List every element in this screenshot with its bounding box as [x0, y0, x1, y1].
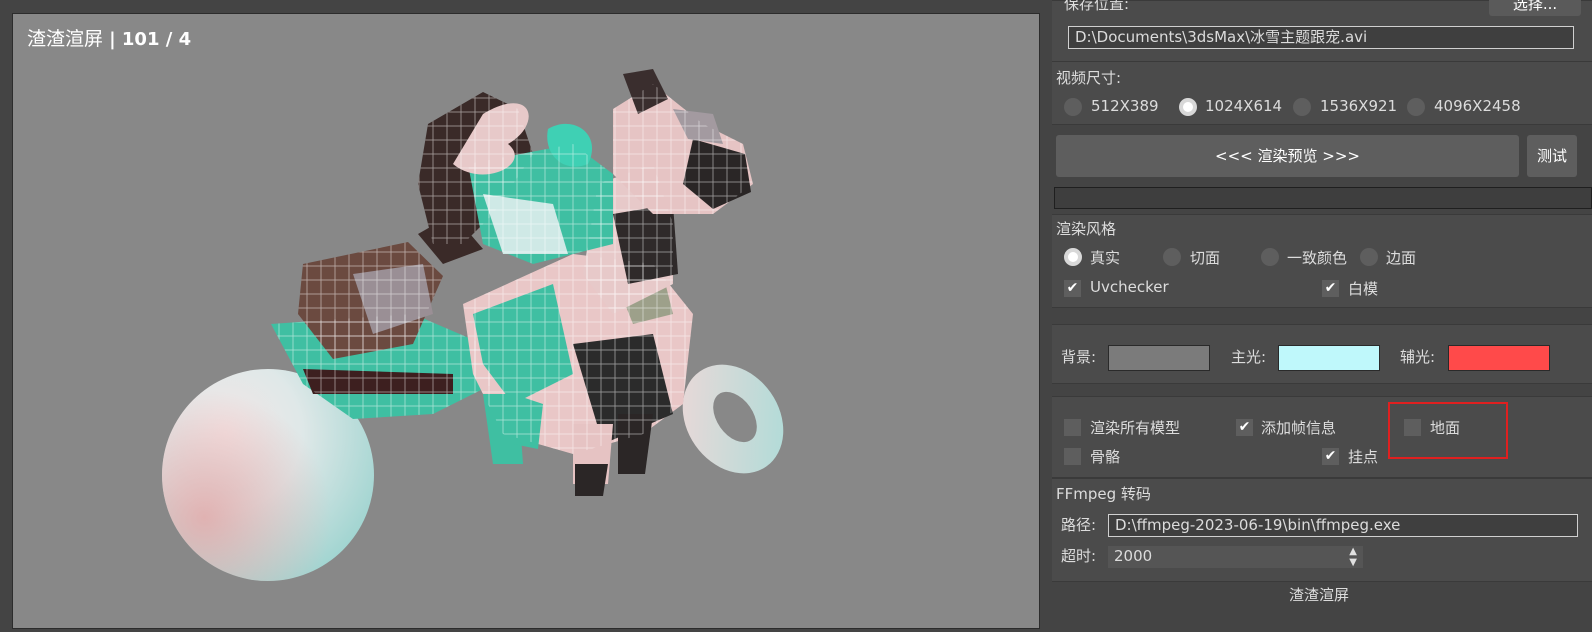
video-size-group: [1052, 61, 1592, 125]
radio-style-edged[interactable]: [1360, 248, 1378, 266]
size-4-label: 4096X2458: [1434, 97, 1521, 115]
hang-point-checkbox[interactable]: ✔: [1322, 448, 1339, 465]
hang-point-label: 挂点: [1348, 448, 1379, 466]
path-label: 路径:: [1061, 516, 1097, 534]
timeout-label: 超时:: [1061, 547, 1097, 565]
style-realistic-label: 真实: [1090, 249, 1121, 267]
add-frame-info-checkbox[interactable]: ✔: [1236, 419, 1253, 436]
fill-light-label: 辅光:: [1400, 348, 1436, 366]
white-model-checkbox[interactable]: ✔: [1322, 280, 1339, 297]
uvchecker-label: Uvchecker: [1090, 278, 1169, 296]
progress-bar: [1054, 187, 1592, 209]
white-model-label: 白模: [1348, 280, 1379, 298]
ffmpeg-path-field[interactable]: D:\ffmpeg-2023-06-19\bin\ffmpeg.exe: [1108, 514, 1578, 537]
spinner-arrows-icon[interactable]: ▲ ▼: [1349, 546, 1357, 568]
timeout-spinner[interactable]: 2000 ▲ ▼: [1108, 546, 1363, 568]
radio-size-4[interactable]: [1407, 98, 1425, 116]
ground-highlight-box: [1388, 402, 1508, 459]
save-location-label: 保存位置:: [1064, 0, 1130, 13]
radio-style-consistent[interactable]: [1261, 248, 1279, 266]
render-preview-button[interactable]: <<< 渲染预览 >>>: [1056, 135, 1519, 177]
video-size-label: 视频尺寸:: [1056, 69, 1122, 87]
timeout-value: 2000: [1114, 547, 1153, 565]
size-1-label: 512X389: [1091, 97, 1159, 115]
size-3-label: 1536X921: [1320, 97, 1398, 115]
test-button[interactable]: 测试: [1527, 135, 1577, 177]
radio-style-faceted[interactable]: [1163, 248, 1181, 266]
render-all-checkbox[interactable]: [1064, 419, 1081, 436]
ffmpeg-label: FFmpeg 转码: [1056, 485, 1151, 503]
render-style-label: 渲染风格: [1056, 220, 1117, 238]
radio-size-1[interactable]: [1064, 98, 1082, 116]
background-label: 背景:: [1061, 348, 1097, 366]
skeleton-label: 骨骼: [1090, 448, 1121, 466]
uvchecker-checkbox[interactable]: ✔: [1064, 280, 1081, 297]
scene-render: [162, 69, 784, 581]
background-color-swatch[interactable]: [1108, 345, 1210, 371]
render-viewport[interactable]: 渣渣渲屏 | 101 / 4: [12, 13, 1040, 629]
render-all-label: 渲染所有模型: [1090, 419, 1181, 437]
main-light-label: 主光:: [1231, 348, 1267, 366]
skeleton-checkbox[interactable]: [1064, 448, 1081, 465]
add-frame-info-label: 添加帧信息: [1261, 419, 1337, 437]
fill-light-color-swatch[interactable]: [1448, 345, 1550, 371]
footer-render-button[interactable]: 渣渣渲屏: [1289, 584, 1349, 605]
size-2-label: 1024X614: [1205, 97, 1283, 115]
style-faceted-label: 切面: [1190, 249, 1221, 267]
main-light-color-swatch[interactable]: [1278, 345, 1380, 371]
save-path-field[interactable]: D:\Documents\3dsMax\冰雪主题跟宠.avi: [1068, 26, 1574, 49]
style-consistent-label: 一致颜色: [1287, 249, 1348, 267]
radio-size-2[interactable]: [1179, 98, 1197, 116]
style-edged-label: 边面: [1386, 249, 1417, 267]
choose-button[interactable]: 选择...: [1489, 0, 1581, 16]
radio-style-realistic[interactable]: [1064, 248, 1082, 266]
radio-size-3[interactable]: [1293, 98, 1311, 116]
